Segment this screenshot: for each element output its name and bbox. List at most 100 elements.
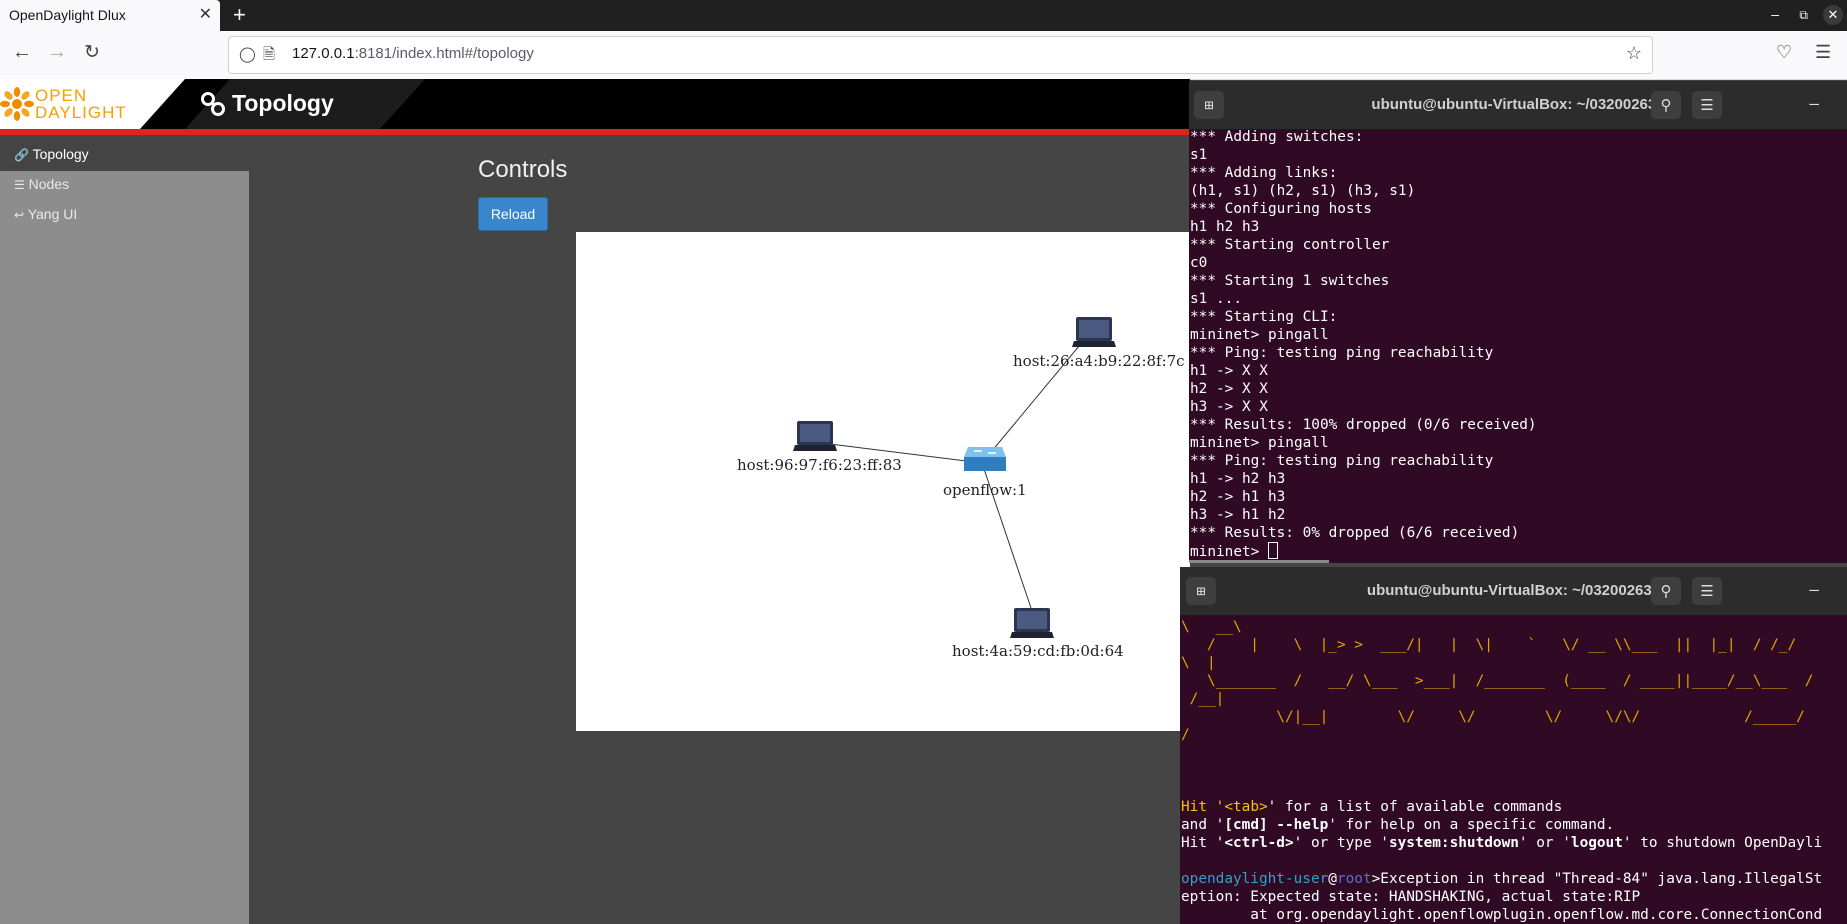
sidebar-item-topology[interactable]: 🔗 Topology [14,146,89,162]
tab-close-icon[interactable]: ✕ [199,4,212,24]
help-line-1: Hit '<tab>' for a list of available comm… [1181,799,1563,815]
terminal-line: h3 -> h1 h2 [1190,507,1286,523]
terminal-line: *** Starting controller [1190,237,1390,253]
bookmark-star-icon[interactable]: ☆ [1626,43,1642,64]
minimize-icon[interactable]: – [1771,6,1779,22]
host-laptop-icon[interactable] [1010,608,1054,638]
terminal-header: ⊞ ubuntu@ubuntu-VirtualBox: ~/032002637 … [1189,81,1847,130]
terminal-line: h1 h2 h3 [1190,219,1260,235]
ascii-banner-line: \/|__| \/ \/ \/ \/\/ /_____/ [1181,709,1805,725]
search-icon[interactable]: ⚲ [1651,577,1681,605]
terminal-output[interactable]: *** Adding switches: s1 *** Adding links: (… [1190,128,1847,563]
controls-title: Controls [478,156,568,183]
reload-page-icon[interactable]: ↻ [84,41,100,64]
error-line: eption: Expected state: HANDSHAKING, act… [1181,889,1641,905]
url-host: 127.0.0.1 [292,45,355,62]
help-line-3: Hit '<ctrl-d>' or type 'system:shutdown'… [1181,835,1823,851]
terminal-line: h2 -> h1 h3 [1190,489,1286,505]
terminal-line: *** Starting CLI: [1190,309,1338,325]
terminal-lines: *** Adding switches: s1 *** Adding links: (… [1190,128,1847,542]
forward-icon[interactable]: → [47,41,67,64]
restore-icon[interactable]: ⧉ [1799,8,1808,23]
terminal-window-karaf[interactable]: ⊞ ubuntu@ubuntu-VirtualBox: ~/032002637 … [1180,567,1847,924]
scrollbar[interactable] [1189,560,1329,563]
cursor [1267,542,1278,559]
sidebar-item-label: Topology [32,146,89,162]
terminal-line: *** Ping: testing ping reachability [1190,453,1494,469]
logo[interactable]: OPEN DAYLIGHT [0,79,185,129]
terminal-output[interactable]: \ __\ / | \ |_> > ___/| | \| ` \/ __ \\_… [1181,618,1847,924]
hamburger-menu-icon[interactable]: ☰ [1692,577,1722,605]
prompt-host: root [1336,871,1372,887]
header-title: Topology [232,90,334,116]
terminal-line: h1 -> X X [1190,363,1268,379]
terminal-line: (h1, s1) (h2, s1) (h3, s1) [1190,183,1416,199]
karaf-prompt-line[interactable]: opendaylight-user@root>Exception in thre… [1181,870,1847,888]
ascii-banner-line: / [1181,727,1190,743]
ascii-banner-line: /__| [1181,691,1225,707]
node-label-host-3: host:4a:59:cd:fb:0d:64 [952,642,1124,660]
reload-button[interactable]: Reload [478,197,548,231]
terminal-line: *** Adding links: [1190,165,1338,181]
window-close-icon[interactable]: ✕ [1823,5,1843,25]
node-label-host-1: host:26:a4:b9:22:8f:7c [1013,352,1185,370]
menu-icon[interactable]: ☰ [1815,42,1831,63]
logo-daylight-text: DAYLIGHT [35,103,127,122]
terminal-title: ubuntu@ubuntu-VirtualBox: ~/032002637 [1371,96,1665,113]
shield-icon[interactable]: ◯ [239,45,256,63]
ascii-banner-line: / | \ |_> > ___/| | \| ` \/ __ \\___ || … [1181,637,1797,653]
url-text[interactable]: 127.0.0.1:8181/index.html#/topology [292,45,534,62]
pocket-icon[interactable]: ♡ [1776,42,1792,63]
sidebar-item-yang-ui[interactable]: ↩ Yang UI [14,206,77,222]
browser-tab-bar: OpenDaylight Dlux ✕ + – ⧉ ✕ [0,0,1847,31]
logo-flower-icon [0,87,34,121]
host-laptop-icon[interactable] [1072,317,1116,347]
terminal-prompt-line[interactable]: mininet> [1190,542,1847,560]
terminal-line: h2 -> X X [1190,381,1268,397]
terminal-line: h3 -> X X [1190,399,1268,415]
sidebar: 🔗 Topology ☰ Nodes ↩ Yang UI [0,135,249,924]
terminal-line: *** Starting 1 switches [1190,273,1390,289]
search-icon[interactable]: ⚲ [1651,91,1681,119]
yang-icon: ↩ [14,208,25,222]
terminal-line: mininet> pingall [1190,327,1329,343]
ascii-banner-line: \ | [1181,655,1216,671]
terminal-line: *** Results: 100% dropped (0/6 received) [1190,417,1537,433]
terminal-line: s1 [1190,147,1208,163]
terminal-line: *** Adding switches: [1190,129,1364,145]
sidebar-item-nodes[interactable]: ☰ Nodes [14,176,69,192]
terminal-line: c0 [1190,255,1208,271]
switch-icon[interactable] [964,447,1006,471]
browser-tab[interactable]: OpenDaylight Dlux ✕ [0,0,220,31]
prompt-user: opendaylight-user [1181,871,1329,887]
prompt-output: >Exception in thread "Thread-84" java.la… [1371,871,1823,887]
new-tab-icon[interactable]: + [233,2,246,28]
sidebar-item-label: Nodes [28,176,70,192]
minimize-icon[interactable]: – [1809,580,1819,599]
terminal-line: *** Configuring hosts [1190,201,1372,217]
terminal-line: h1 -> h2 h3 [1190,471,1286,487]
ascii-banner-line: \ __\ [1181,619,1242,635]
topology-canvas[interactable]: host:26:a4:b9:22:8f:7c host:96:97:f6:23:… [576,232,1190,731]
topology-icon [201,92,225,116]
error-line: at org.opendaylight.openflowplugin.openf… [1181,907,1823,923]
terminal-window-mininet[interactable]: ⊞ ubuntu@ubuntu-VirtualBox: ~/032002637 … [1189,81,1847,563]
terminal-header: ⊞ ubuntu@ubuntu-VirtualBox: ~/032002637 … [1180,567,1847,616]
url-bar[interactable]: ◯ 🗎 127.0.0.1:8181/index.html#/topology … [228,36,1653,74]
url-path: :8181/index.html#/topology [354,45,534,62]
sitemap-icon: ☰ [14,178,25,192]
browser-nav-bar: ← → ↻ ◯ 🗎 127.0.0.1:8181/index.html#/top… [0,31,1847,80]
hamburger-menu-icon[interactable]: ☰ [1692,91,1722,119]
terminal-title: ubuntu@ubuntu-VirtualBox: ~/032002637 [1366,582,1661,599]
host-laptop-icon[interactable] [793,421,837,451]
node-label-switch: openflow:1 [943,481,1027,499]
link-s1-h1 [981,327,1095,464]
back-icon[interactable]: ← [12,41,32,64]
topology-icon: 🔗 [14,148,29,162]
page-info-icon[interactable]: 🗎 [263,44,275,69]
minimize-icon[interactable]: – [1809,94,1819,113]
ascii-banner-line: \_______ / __/ \___ >___| /_______ (____… [1181,673,1814,689]
